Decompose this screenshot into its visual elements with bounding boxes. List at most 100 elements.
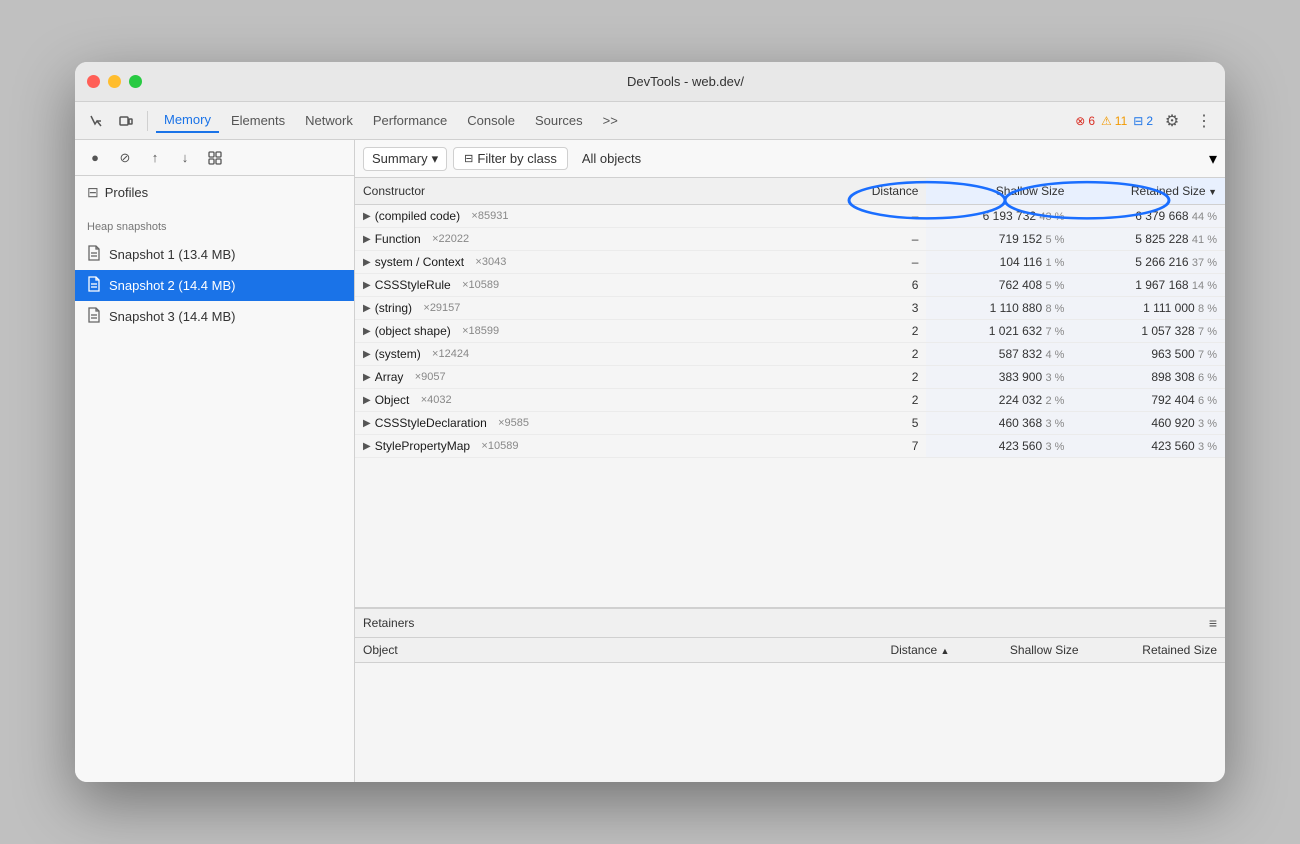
retainers-th-retained[interactable]: Retained Size: [1087, 638, 1225, 663]
expand-arrow[interactable]: ▶: [363, 280, 371, 291]
info-badge[interactable]: ⊟ 2: [1133, 114, 1153, 128]
devtools-window: DevTools - web.dev/ Memory Elements Netw…: [75, 62, 1225, 782]
expand-arrow[interactable]: ▶: [363, 303, 371, 314]
snapshot-icon: [87, 245, 101, 264]
count: ×4032: [421, 394, 452, 406]
tab-console[interactable]: Console: [459, 109, 523, 132]
expand-arrow[interactable]: ▶: [363, 349, 371, 360]
clear-icon[interactable]: ⊘: [113, 146, 137, 170]
table-row[interactable]: ▶CSSStyleDeclaration ×95855460 368 3 %46…: [355, 412, 1225, 435]
retained-size-cell: 1 057 328 7 %: [1072, 320, 1225, 343]
table-row[interactable]: ▶CSSStyleRule ×105896762 408 5 %1 967 16…: [355, 274, 1225, 297]
retainers-th-distance[interactable]: Distance ▲: [843, 638, 957, 663]
table-row[interactable]: ▶(compiled code) ×85931–6 193 732 43 %6 …: [355, 205, 1225, 228]
retained-size-cell: 898 308 6 %: [1072, 366, 1225, 389]
download-icon[interactable]: ↓: [173, 146, 197, 170]
close-button[interactable]: [87, 75, 100, 88]
toolbar-separator: [147, 111, 148, 131]
count: ×22022: [432, 233, 469, 245]
shallow-pct: 5 %: [1045, 234, 1064, 246]
more-options-icon[interactable]: ⋮: [1191, 108, 1217, 134]
table-row[interactable]: ▶(system) ×124242587 832 4 %963 500 7 %: [355, 343, 1225, 366]
expand-arrow[interactable]: ▶: [363, 441, 371, 452]
retained-pct: 3 %: [1198, 418, 1217, 430]
count: ×10589: [481, 440, 518, 452]
filter-dropdown-icon: ▾: [1209, 151, 1217, 168]
filter-label: Filter by class: [477, 151, 556, 166]
filter-by-class-button[interactable]: ⊟ Filter by class: [453, 147, 568, 170]
sidebar: ● ⊘ ↑ ↓ ⊟ Profiles Heap snapshot: [75, 140, 355, 782]
table-row[interactable]: ▶Array ×90572383 900 3 %898 308 6 %: [355, 366, 1225, 389]
settings-icon[interactable]: ⚙: [1159, 108, 1185, 134]
tab-performance[interactable]: Performance: [365, 109, 455, 132]
select-element-icon[interactable]: [83, 108, 109, 134]
info-count: 2: [1146, 114, 1153, 128]
expand-arrow[interactable]: ▶: [363, 372, 371, 383]
count: ×18599: [462, 325, 499, 337]
filter-right-arrow[interactable]: ▾: [1209, 149, 1217, 169]
expand-arrow[interactable]: ▶: [363, 234, 371, 245]
expand-arrow[interactable]: ▶: [363, 418, 371, 429]
retainers-menu-icon[interactable]: ≡: [1209, 615, 1217, 631]
summary-dropdown[interactable]: Summary ▾: [363, 147, 447, 171]
shallow-size-cell: 6 193 732 43 %: [926, 205, 1072, 228]
shallow-pct: 43 %: [1039, 211, 1064, 223]
device-icon[interactable]: [113, 108, 139, 134]
retained-size-cell: 5 266 216 37 %: [1072, 251, 1225, 274]
content-panel: Summary ▾ ⊟ Filter by class All objects …: [355, 140, 1225, 782]
tab-sources[interactable]: Sources: [527, 109, 591, 132]
title-bar: DevTools - web.dev/: [75, 62, 1225, 102]
dropdown-arrow-icon: ▾: [432, 151, 439, 167]
maximize-button[interactable]: [129, 75, 142, 88]
profiles-adjust-icon: ⊟: [87, 184, 99, 201]
constructor-name: StylePropertyMap: [375, 439, 470, 453]
count: ×85931: [471, 210, 508, 222]
distance-cell: 5: [833, 412, 927, 435]
tab-network[interactable]: Network: [297, 109, 361, 132]
th-retained-size[interactable]: Retained Size: [1072, 178, 1225, 205]
filter-icon: ⊟: [464, 152, 473, 165]
tab-elements[interactable]: Elements: [223, 109, 293, 132]
heap-table-container[interactable]: Constructor Distance Shallow Size Retain…: [355, 178, 1225, 607]
distance-cell: –: [833, 251, 927, 274]
retained-pct: 41 %: [1192, 234, 1217, 246]
shallow-pct: 5 %: [1045, 280, 1064, 292]
retainers-th-object[interactable]: Object: [355, 638, 843, 663]
record-icon[interactable]: ●: [83, 146, 107, 170]
expand-arrow[interactable]: ▶: [363, 326, 371, 337]
error-badge[interactable]: ⊗ 6: [1075, 114, 1095, 128]
minimize-button[interactable]: [108, 75, 121, 88]
table-row[interactable]: ▶(object shape) ×1859921 021 632 7 %1 05…: [355, 320, 1225, 343]
main-toolbar: Memory Elements Network Performance Cons…: [75, 102, 1225, 140]
expand-arrow[interactable]: ▶: [363, 257, 371, 268]
warning-count: 11: [1115, 114, 1127, 128]
th-constructor[interactable]: Constructor: [355, 178, 833, 205]
distance-cell: 2: [833, 320, 927, 343]
sidebar-item-snapshot1[interactable]: Snapshot 1 (13.4 MB): [75, 239, 354, 270]
expand-arrow[interactable]: ▶: [363, 211, 371, 222]
warning-badge[interactable]: ⚠ 11: [1101, 114, 1127, 128]
filter-bar: Summary ▾ ⊟ Filter by class All objects …: [355, 140, 1225, 178]
constructor-name: Array: [375, 370, 404, 384]
sidebar-item-snapshot3[interactable]: Snapshot 3 (14.4 MB): [75, 301, 354, 332]
distance-cell: 2: [833, 343, 927, 366]
table-area: Constructor Distance Shallow Size Retain…: [355, 178, 1225, 782]
table-row[interactable]: ▶Function ×22022–719 152 5 %5 825 228 41…: [355, 228, 1225, 251]
shallow-size-cell: 224 032 2 %: [926, 389, 1072, 412]
table-row[interactable]: ▶StylePropertyMap ×105897423 560 3 %423 …: [355, 435, 1225, 458]
more-tabs-button[interactable]: >>: [595, 109, 626, 132]
expand-arrow[interactable]: ▶: [363, 395, 371, 406]
th-distance[interactable]: Distance: [833, 178, 927, 205]
tab-memory[interactable]: Memory: [156, 108, 219, 133]
table-row[interactable]: ▶(string) ×2915731 110 880 8 %1 111 000 …: [355, 297, 1225, 320]
distance-cell: 7: [833, 435, 927, 458]
upload-icon[interactable]: ↑: [143, 146, 167, 170]
sidebar-item-snapshot2[interactable]: Snapshot 2 (14.4 MB): [75, 270, 354, 301]
table-row[interactable]: ▶Object ×40322224 032 2 %792 404 6 %: [355, 389, 1225, 412]
distance-cell: 2: [833, 389, 927, 412]
collect-icon[interactable]: [203, 146, 227, 170]
th-shallow-size[interactable]: Shallow Size: [926, 178, 1072, 205]
table-row[interactable]: ▶system / Context ×3043–104 116 1 %5 266…: [355, 251, 1225, 274]
retained-pct: 3 %: [1198, 441, 1217, 453]
retainers-th-shallow[interactable]: Shallow Size: [957, 638, 1086, 663]
